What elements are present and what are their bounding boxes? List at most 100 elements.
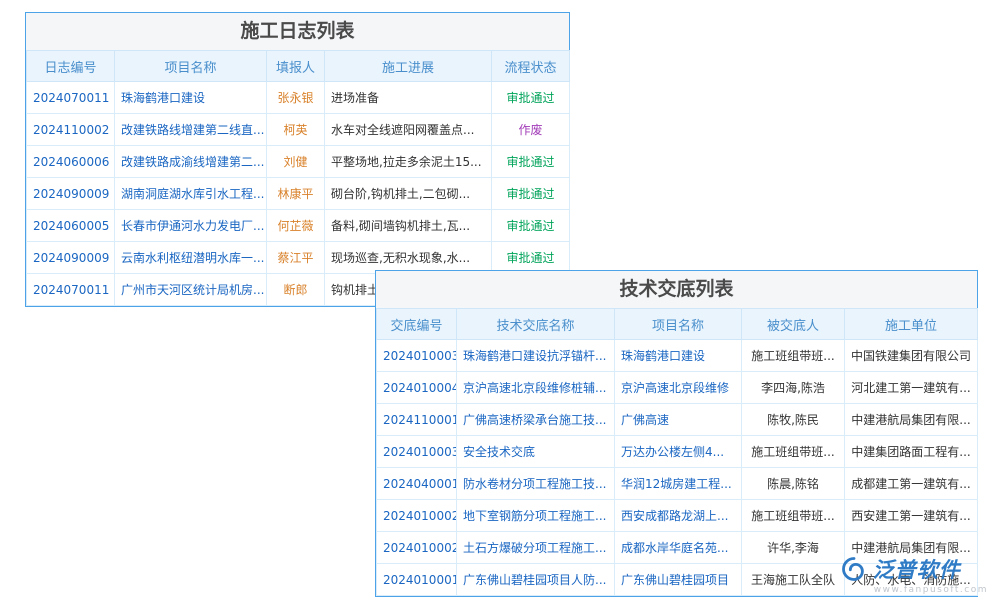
table-row: 2024040001防水卷材分项工程施工技...华润12城房建工程...陈晨,陈… bbox=[377, 468, 978, 500]
tech-disclosure-header-row: 交底编号技术交底名称项目名称被交底人施工单位 bbox=[377, 309, 978, 340]
cell-link[interactable]: 万达办公楼左侧4... bbox=[615, 436, 742, 468]
table-cell: 许华,李海 bbox=[742, 532, 845, 564]
table-cell: 中建港航局集团有限... bbox=[845, 404, 978, 436]
tech-disclosure-window: 技术交底列表 交底编号技术交底名称项目名称被交底人施工单位 2024010003… bbox=[375, 270, 978, 597]
construction-log-title: 施工日志列表 bbox=[26, 13, 569, 50]
cell-link[interactable]: 京沪高速北京段维修桩辅... bbox=[457, 372, 615, 404]
column-header: 被交底人 bbox=[742, 309, 845, 340]
table-row: 2024010004京沪高速北京段维修桩辅...京沪高速北京段维修李四海,陈浩河… bbox=[377, 372, 978, 404]
cell-link[interactable]: 2024010002 bbox=[377, 500, 457, 532]
column-header: 项目名称 bbox=[115, 51, 267, 82]
cell-link[interactable]: 2024070011 bbox=[27, 274, 115, 306]
table-cell: 陈牧,陈民 bbox=[742, 404, 845, 436]
table-row: 2024090009湖南洞庭湖水库引水工程...林康平砌台阶,钩机排土,二包砌.… bbox=[27, 178, 570, 210]
table-cell: 断郎 bbox=[267, 274, 325, 306]
column-header: 交底编号 bbox=[377, 309, 457, 340]
cell-link[interactable]: 云南水利枢纽潜明水库一... bbox=[115, 242, 267, 274]
cell-link[interactable]: 京沪高速北京段维修 bbox=[615, 372, 742, 404]
table-row: 2024060005长春市伊通河水力发电厂...何芷薇备料,砌间墙钩机排土,瓦.… bbox=[27, 210, 570, 242]
cell-link[interactable]: 广佛高速 bbox=[615, 404, 742, 436]
table-row: 2024110001广佛高速桥梁承台施工技...广佛高速陈牧,陈民中建港航局集团… bbox=[377, 404, 978, 436]
table-cell: 刘健 bbox=[267, 146, 325, 178]
tech-disclosure-table: 交底编号技术交底名称项目名称被交底人施工单位 2024010003珠海鹤港口建设… bbox=[376, 308, 978, 596]
table-cell: 林康平 bbox=[267, 178, 325, 210]
cell-link[interactable]: 西安成都路龙湖上... bbox=[615, 500, 742, 532]
cell-link[interactable]: 广东佛山碧桂园项目 bbox=[615, 564, 742, 596]
table-cell: 中建集团路面工程有... bbox=[845, 436, 978, 468]
construction-log-table: 日志编号项目名称填报人施工进展流程状态 2024070011珠海鹤港口建设张永银… bbox=[26, 50, 570, 306]
cell-link[interactable]: 珠海鹤港口建设 bbox=[615, 340, 742, 372]
table-cell: 何芷薇 bbox=[267, 210, 325, 242]
table-row: 2024010003安全技术交底万达办公楼左侧4...施工班组带班...中建集团… bbox=[377, 436, 978, 468]
table-cell: 审批通过 bbox=[492, 178, 570, 210]
table-cell: 审批通过 bbox=[492, 210, 570, 242]
cell-link[interactable]: 土石方爆破分项工程施工... bbox=[457, 532, 615, 564]
fanpu-logo: 泛普软件 www.fanpusoft.com bbox=[840, 554, 988, 595]
cell-link[interactable]: 2024040001 bbox=[377, 468, 457, 500]
table-cell: 审批通过 bbox=[492, 82, 570, 114]
cell-link[interactable]: 2024010003 bbox=[377, 340, 457, 372]
column-header: 日志编号 bbox=[27, 51, 115, 82]
construction-log-header-row: 日志编号项目名称填报人施工进展流程状态 bbox=[27, 51, 570, 82]
cell-link[interactable]: 2024060005 bbox=[27, 210, 115, 242]
cell-link[interactable]: 广州市天河区统计局机房... bbox=[115, 274, 267, 306]
table-cell: 审批通过 bbox=[492, 146, 570, 178]
table-cell: 张永银 bbox=[267, 82, 325, 114]
table-cell: 河北建工第一建筑有... bbox=[845, 372, 978, 404]
cell-link[interactable]: 防水卷材分项工程施工技... bbox=[457, 468, 615, 500]
table-cell: 现场巡查,无积水现象,水... bbox=[325, 242, 492, 274]
table-row: 2024110002改建铁路线增建第二线直...柯英水车对全线遮阳网覆盖点...… bbox=[27, 114, 570, 146]
cell-link[interactable]: 2024010004 bbox=[377, 372, 457, 404]
cell-link[interactable]: 2024110001 bbox=[377, 404, 457, 436]
cell-link[interactable]: 地下室钢筋分项工程施工... bbox=[457, 500, 615, 532]
cell-link[interactable]: 改建铁路线增建第二线直... bbox=[115, 114, 267, 146]
table-cell: 施工班组带班... bbox=[742, 436, 845, 468]
fanpu-swirl-icon bbox=[840, 555, 868, 583]
table-cell: 柯英 bbox=[267, 114, 325, 146]
table-cell: 李四海,陈浩 bbox=[742, 372, 845, 404]
table-cell: 陈晨,陈铭 bbox=[742, 468, 845, 500]
column-header: 流程状态 bbox=[492, 51, 570, 82]
cell-link[interactable]: 2024110002 bbox=[27, 114, 115, 146]
table-cell: 西安建工第一建筑有... bbox=[845, 500, 978, 532]
cell-link[interactable]: 2024010002 bbox=[377, 532, 457, 564]
table-row: 2024070011珠海鹤港口建设张永银进场准备审批通过 bbox=[27, 82, 570, 114]
cell-link[interactable]: 改建铁路成渝线增建第二... bbox=[115, 146, 267, 178]
table-cell: 平整场地,拉走多余泥土15... bbox=[325, 146, 492, 178]
cell-link[interactable]: 湖南洞庭湖水库引水工程... bbox=[115, 178, 267, 210]
table-cell: 施工班组带班... bbox=[742, 500, 845, 532]
table-cell: 进场准备 bbox=[325, 82, 492, 114]
table-cell: 施工班组带班... bbox=[742, 340, 845, 372]
cell-link[interactable]: 安全技术交底 bbox=[457, 436, 615, 468]
cell-link[interactable]: 2024060006 bbox=[27, 146, 115, 178]
tech-disclosure-title: 技术交底列表 bbox=[376, 271, 977, 308]
cell-link[interactable]: 2024090009 bbox=[27, 242, 115, 274]
construction-log-window: 施工日志列表 日志编号项目名称填报人施工进展流程状态 2024070011珠海鹤… bbox=[25, 12, 570, 307]
cell-link[interactable]: 珠海鹤港口建设 bbox=[115, 82, 267, 114]
table-cell: 备料,砌间墙钩机排土,瓦... bbox=[325, 210, 492, 242]
cell-link[interactable]: 2024010003 bbox=[377, 436, 457, 468]
table-cell: 作废 bbox=[492, 114, 570, 146]
cell-link[interactable]: 珠海鹤港口建设抗浮锚杆... bbox=[457, 340, 615, 372]
cell-link[interactable]: 成都水岸华庭名苑... bbox=[615, 532, 742, 564]
table-row: 2024060006改建铁路成渝线增建第二...刘健平整场地,拉走多余泥土15.… bbox=[27, 146, 570, 178]
cell-link[interactable]: 长春市伊通河水力发电厂... bbox=[115, 210, 267, 242]
cell-link[interactable]: 广佛高速桥梁承台施工技... bbox=[457, 404, 615, 436]
cell-link[interactable]: 2024070011 bbox=[27, 82, 115, 114]
column-header: 填报人 bbox=[267, 51, 325, 82]
table-cell: 审批通过 bbox=[492, 242, 570, 274]
cell-link[interactable]: 2024010001 bbox=[377, 564, 457, 596]
table-row: 2024010002地下室钢筋分项工程施工...西安成都路龙湖上...施工班组带… bbox=[377, 500, 978, 532]
table-cell: 砌台阶,钩机排土,二包砌... bbox=[325, 178, 492, 210]
table-cell: 王海施工队全队 bbox=[742, 564, 845, 596]
cell-link[interactable]: 广东佛山碧桂园项目人防... bbox=[457, 564, 615, 596]
table-cell: 水车对全线遮阳网覆盖点... bbox=[325, 114, 492, 146]
fanpu-brand-text: 泛普软件 bbox=[873, 554, 961, 584]
column-header: 施工进展 bbox=[325, 51, 492, 82]
cell-link[interactable]: 2024090009 bbox=[27, 178, 115, 210]
table-row: 2024010003珠海鹤港口建设抗浮锚杆...珠海鹤港口建设施工班组带班...… bbox=[377, 340, 978, 372]
fanpu-site-text: www.fanpusoft.com bbox=[840, 585, 988, 595]
column-header: 项目名称 bbox=[615, 309, 742, 340]
cell-link[interactable]: 华润12城房建工程... bbox=[615, 468, 742, 500]
table-cell: 中国铁建集团有限公司 bbox=[845, 340, 978, 372]
